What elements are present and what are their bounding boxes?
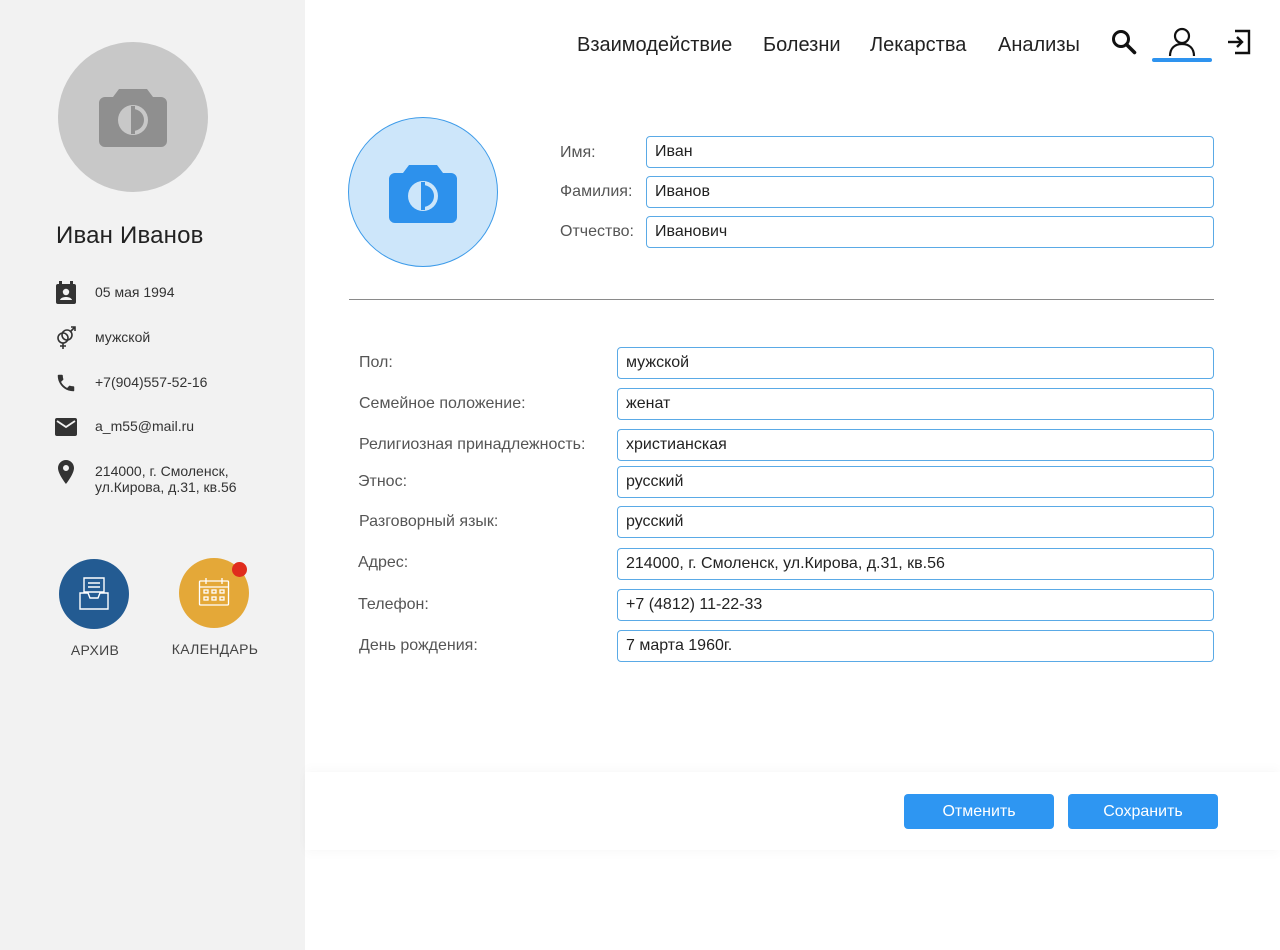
nav-link-medicines[interactable]: Лекарства — [870, 34, 966, 57]
last-name-label: Фамилия: — [560, 183, 633, 200]
religion-field[interactable] — [617, 429, 1214, 461]
mail-icon — [54, 415, 78, 439]
gender-icon — [54, 326, 78, 350]
archive-label: АРХИВ — [70, 642, 120, 658]
email-text: a_m55@mail.ru — [95, 418, 195, 434]
phone-label: Телефон: — [358, 596, 429, 613]
notification-badge — [232, 562, 247, 577]
archive-tray-icon — [79, 577, 109, 610]
email-row: a_m55@mail.ru — [54, 415, 194, 439]
logout-icon[interactable] — [1225, 28, 1253, 56]
birthdate-row: 05 мая 1994 — [54, 281, 175, 305]
calendar-label: КАЛЕНДАРЬ — [171, 641, 259, 657]
address-row: 214000, г. Смоленск, ул.Кирова, д.31, кв… — [54, 460, 237, 495]
ethnicity-field[interactable] — [617, 466, 1214, 498]
nav-link-diseases[interactable]: Болезни — [763, 34, 841, 57]
nav-link-interactions[interactable]: Взаимодействие — [577, 34, 732, 57]
phone-row: +7(904)557-52-16 — [54, 371, 207, 395]
marital-status-field[interactable] — [617, 388, 1214, 420]
marital-status-label: Семейное положение: — [359, 395, 526, 412]
camera-icon — [99, 89, 167, 147]
section-divider — [349, 299, 1214, 300]
language-label: Разговорный язык: — [359, 513, 499, 530]
active-tab-indicator — [1152, 58, 1212, 62]
first-name-field[interactable] — [646, 136, 1214, 168]
gender-text: мужской — [95, 329, 151, 345]
birthday-label: День рождения: — [359, 637, 478, 654]
archive-button[interactable] — [59, 559, 129, 629]
address-label: Адрес: — [358, 554, 409, 571]
language-field[interactable] — [617, 506, 1214, 538]
phone-text: +7(904)557-52-16 — [95, 374, 208, 390]
first-name-label: Имя: — [560, 144, 596, 161]
search-icon[interactable] — [1110, 28, 1138, 56]
address-field[interactable] — [617, 548, 1214, 580]
nav-link-analyses[interactable]: Анализы — [998, 34, 1080, 57]
phone-field[interactable] — [617, 589, 1214, 621]
user-icon[interactable] — [1167, 26, 1197, 58]
patronymic-field[interactable] — [646, 216, 1214, 248]
calendar-contact-icon — [54, 281, 78, 305]
patronymic-label: Отчество: — [560, 223, 634, 240]
birthday-field[interactable] — [617, 630, 1214, 662]
last-name-field[interactable] — [646, 176, 1214, 208]
photo-upload[interactable] — [348, 117, 498, 267]
calendar-icon — [198, 578, 230, 606]
patient-name: Иван Иванов — [56, 222, 204, 249]
location-pin-icon — [54, 460, 78, 484]
religion-label: Религиозная принадлежность: — [359, 436, 586, 453]
camera-icon — [389, 165, 457, 223]
gender-row: мужской — [54, 326, 150, 350]
gender-field[interactable] — [617, 347, 1214, 379]
ethnicity-label: Этнос: — [358, 473, 408, 490]
address-text: 214000, г. Смоленск, ул.Кирова, д.31, кв… — [95, 463, 237, 495]
profile-sidebar: Иван Иванов 05 мая 1994 мужской +7(904)5… — [0, 0, 305, 950]
birthdate-text: 05 мая 1994 — [95, 284, 175, 300]
sidebar-avatar[interactable] — [58, 42, 208, 192]
save-button[interactable]: Сохранить — [1068, 794, 1218, 829]
calendar-button[interactable] — [179, 558, 249, 628]
gender-label: Пол: — [359, 354, 393, 371]
cancel-button[interactable]: Отменить — [904, 794, 1054, 829]
phone-icon — [54, 371, 78, 395]
